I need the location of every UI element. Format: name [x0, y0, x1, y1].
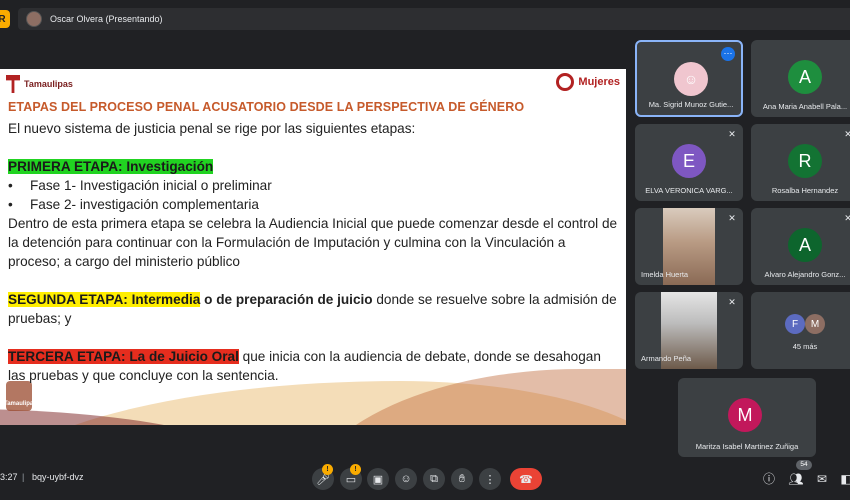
more-options-icon[interactable]: ⋯: [721, 47, 735, 61]
stage2-line: SEGUNDA ETAPA: Intermedia o de preparaci…: [8, 290, 618, 328]
mic-off-icon: ✕: [728, 129, 736, 139]
bullet-text: Fase 1- Investigación inicial o prelimin…: [30, 178, 272, 193]
list-item: • Fase 1- Investigación inicial o prelimi…: [8, 178, 272, 193]
participant-name: Maritza Isabel Martinez Zuñiga: [695, 442, 799, 451]
presenter-avatar: [26, 11, 42, 27]
raise-hand-button[interactable]: ✋︎: [451, 468, 473, 490]
participant-tile[interactable]: M Maritza Isabel Martinez Zuñiga: [678, 378, 816, 457]
participant-name: Alvaro Alejandro Gonz...: [764, 270, 846, 279]
participant-name: Rosalba Hernandez: [771, 186, 839, 195]
tamaulipas-logo-text: Tamaulipas: [24, 79, 73, 89]
more-options-button[interactable]: ⋮: [479, 468, 501, 490]
state-seal-label: Tamaulipas: [4, 401, 37, 407]
list-item: • Fase 2- investigación complementaria: [8, 197, 259, 212]
participant-name: Ana Maria Anabell Pala...: [762, 102, 848, 111]
tamaulipas-logo-icon: [6, 75, 20, 93]
leave-call-button[interactable]: ☎︎: [510, 468, 542, 490]
presenter-name: Oscar Olvera (Presentando): [50, 14, 163, 24]
participant-name: Imelda Huerta: [641, 270, 689, 279]
avatar: M: [805, 314, 825, 334]
mic-off-icon: ✕: [728, 297, 736, 307]
others-tile[interactable]: F M 45 más: [751, 292, 850, 369]
stage1-heading: PRIMERA ETAPA: Investigación: [8, 159, 214, 174]
participant-tile[interactable]: A Ana Maria Anabell Pala...: [751, 40, 850, 117]
activities-button[interactable]: ◧: [838, 471, 850, 487]
avatar: ☺: [674, 62, 708, 96]
slide-body: El nuevo sistema de justicia penal se ri…: [8, 119, 618, 385]
avatar: A: [788, 60, 822, 94]
captions-button[interactable]: ▣: [367, 468, 389, 490]
participant-name: ELVA VERONICA VARG...: [645, 186, 733, 195]
tamaulipas-logo: Tamaulipas: [6, 75, 73, 93]
chat-button[interactable]: ✉︎: [814, 471, 830, 487]
people-button[interactable]: 👥︎: [788, 471, 804, 487]
mujeres-logo: Mujeres: [556, 73, 620, 91]
chat-icon: ✉︎: [816, 472, 828, 486]
meeting-time: 3:27: [0, 472, 18, 482]
stage1-line: PRIMERA ETAPA: Investigación: [8, 157, 618, 176]
info-button[interactable]: ⓘ: [761, 471, 777, 487]
info-icon: ⓘ: [762, 472, 775, 486]
hangup-icon: ☎︎: [519, 473, 533, 486]
participant-name: Armando Peña: [641, 354, 692, 363]
avatar: R: [788, 144, 822, 178]
emoji-button[interactable]: ☺: [395, 468, 417, 490]
stage2-heading: SEGUNDA ETAPA: Intermedia: [8, 292, 201, 307]
mic-off-icon: ✕: [844, 129, 850, 139]
participant-tile[interactable]: R ✕ Rosalba Hernandez: [751, 124, 850, 201]
others-count: 45 más: [792, 342, 818, 351]
mujeres-logo-icon: [556, 73, 575, 91]
people-icon: 👥︎: [788, 472, 804, 486]
presentation-icon[interactable]: R: [0, 10, 10, 28]
emoji-icon: ☺: [400, 473, 412, 485]
present-button[interactable]: ⧉: [423, 468, 445, 490]
stage3-line: TERCERA ETAPA: La de Juicio Oral que ini…: [8, 347, 618, 385]
stage1-text: Dentro de esta primera etapa se celebra …: [8, 216, 618, 269]
stage2-bold: o de preparación de juicio: [200, 292, 373, 307]
top-bar: R Oscar Olvera (Presentando): [0, 0, 850, 36]
participant-tile[interactable]: ☺ ⋯ Ma. Sigrid Munoz Gutie...: [635, 40, 743, 117]
slide-title: ETAPAS DEL PROCESO PENAL ACUSATORIO DESD…: [8, 100, 525, 114]
stage3-heading: TERCERA ETAPA: La de Juicio Oral: [8, 349, 239, 364]
present-icon: ⧉: [430, 472, 438, 485]
captions-icon: ▣: [372, 473, 384, 486]
avatar: F: [785, 314, 805, 334]
participant-name: Ma. Sigrid Munoz Gutie...: [648, 100, 734, 109]
camera-warning-badge: !: [350, 464, 361, 475]
presentation-slide: Tamaulipas Mujeres Tamaulipas ETAPAS DEL…: [0, 69, 626, 425]
more-icon: ⋮: [484, 473, 496, 486]
bullet-text: Fase 2- investigación complementaria: [30, 197, 259, 212]
avatar: E: [672, 144, 706, 178]
slide-intro: El nuevo sistema de justicia penal se ri…: [8, 121, 416, 136]
mujeres-logo-text: Mujeres: [578, 76, 620, 88]
mic-off-icon: ✕: [844, 213, 850, 223]
participant-tile[interactable]: E ✕ ELVA VERONICA VARG...: [635, 124, 743, 201]
raise-hand-icon: ✋︎: [458, 472, 466, 485]
avatar: M: [728, 398, 762, 432]
meeting-code: bqy-uybf-dvz: [32, 472, 84, 482]
bottom-bar: 3:27 | bqy-uybf-dvz 🎤︎ ! ▭ ! ▣ ☺ ⧉ ✋︎ ⋮ …: [0, 458, 850, 500]
participant-tile[interactable]: ✕ Armando Peña: [635, 292, 743, 369]
participant-tile[interactable]: A ✕ Alvaro Alejandro Gonz...: [751, 208, 850, 285]
activities-icon: ◧: [840, 472, 850, 486]
avatar: A: [788, 228, 822, 262]
mic-off-icon: ✕: [728, 213, 736, 223]
presenter-banner: Oscar Olvera (Presentando): [18, 8, 850, 30]
mic-warning-badge: !: [322, 464, 333, 475]
participant-tile[interactable]: ✕ Imelda Huerta: [635, 208, 743, 285]
people-count-badge: 54: [796, 460, 812, 470]
divider: |: [22, 472, 25, 482]
